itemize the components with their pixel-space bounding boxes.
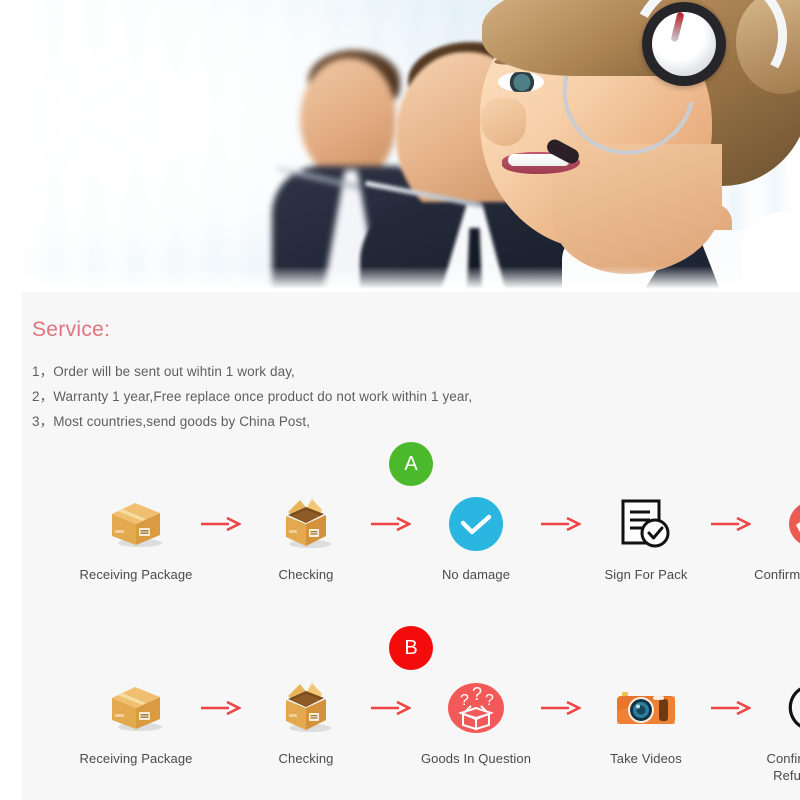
service-block: Service: 1，Order will be sent out wihtin… (30, 318, 770, 437)
flow-a-arrow-3 (534, 492, 588, 556)
flow-b-step-1-label: Receiving Package (79, 751, 193, 766)
flow-a-step-5[interactable]: Confirm The Delivery (754, 492, 800, 583)
svg-text:?: ? (485, 692, 494, 709)
hero-photo (22, 0, 800, 292)
svg-text:?: ? (460, 692, 469, 709)
blue-check-circle-icon (444, 492, 508, 556)
service-line-1: 1，Order will be sent out wihtin 1 work d… (32, 364, 295, 379)
flow-a-step-4-label: Sign For Pack (604, 567, 688, 582)
foreground-agent-woman-icon (442, 0, 800, 292)
flow-b-step-5[interactable]: Confirm Problem Refund Money (758, 676, 800, 784)
flow-b-arrow-2 (364, 676, 418, 740)
flow-a-steps: Receiving Package Checking No damage Sig… (22, 492, 800, 583)
flow-b-arrow-1 (194, 676, 248, 740)
flow-b-step-4-label: Take Videos (610, 751, 682, 766)
flow-a-step-2[interactable]: Checking (248, 492, 364, 583)
flow-a-step-1-label: Receiving Package (79, 567, 193, 582)
camera-icon (614, 676, 678, 740)
service-title: Service: (32, 318, 111, 341)
flow-a-arrow-4 (704, 492, 758, 556)
flow-b-badge: B (389, 626, 433, 670)
flow-b-step-2[interactable]: Checking (248, 676, 364, 767)
closed-box-icon (104, 492, 168, 556)
flow-b-arrow-3 (534, 676, 588, 740)
service-page: Service: 1，Order will be sent out wihtin… (0, 0, 800, 800)
service-line-2: 2，Warranty 1 year,Free replace once prod… (32, 389, 473, 404)
flow-a-step-3[interactable]: No damage (418, 492, 534, 583)
open-box-icon (274, 492, 338, 556)
closed-box-icon (104, 676, 168, 740)
signed-document-icon (614, 492, 678, 556)
flow-a-step-1[interactable]: Receiving Package (78, 492, 194, 583)
flow-a-step-4[interactable]: Sign For Pack (588, 492, 704, 583)
handshake-icon (784, 492, 800, 556)
question-box-icon: ? ? ? (444, 676, 508, 740)
yen-refund-icon (784, 676, 800, 740)
open-box-icon (274, 676, 338, 740)
flow-a-step-3-label: No damage (441, 567, 511, 582)
flow-b-step-2-label: Checking (278, 751, 334, 766)
flow-b-step-1[interactable]: Receiving Package (78, 676, 194, 767)
flow-a-arrow-1 (194, 492, 248, 556)
flow-a-step-2-label: Checking (278, 567, 334, 582)
flow-b-step-3-label: Goods In Question (420, 751, 532, 766)
flow-b-step-3[interactable]: ? ? ? Goods In Question (418, 676, 534, 767)
svg-text:?: ? (472, 684, 482, 704)
service-line-3: 3，Most countries,send goods by China Pos… (32, 414, 311, 429)
flow-b-step-5-label: Confirm Problem Refund Money (766, 751, 800, 783)
flow-b-arrow-4 (704, 676, 758, 740)
flow-b-step-4[interactable]: Take Videos (588, 676, 704, 767)
content-area: Service: 1，Order will be sent out wihtin… (22, 292, 800, 800)
hero-bottom-fade (22, 266, 800, 292)
flow-a-arrow-2 (364, 492, 418, 556)
flow-a-step-5-label: Confirm The Delivery (754, 567, 800, 582)
flow-b-steps: Receiving Package Checking ? ? ? Goods I… (22, 676, 800, 784)
flow-a-badge: A (389, 442, 433, 486)
